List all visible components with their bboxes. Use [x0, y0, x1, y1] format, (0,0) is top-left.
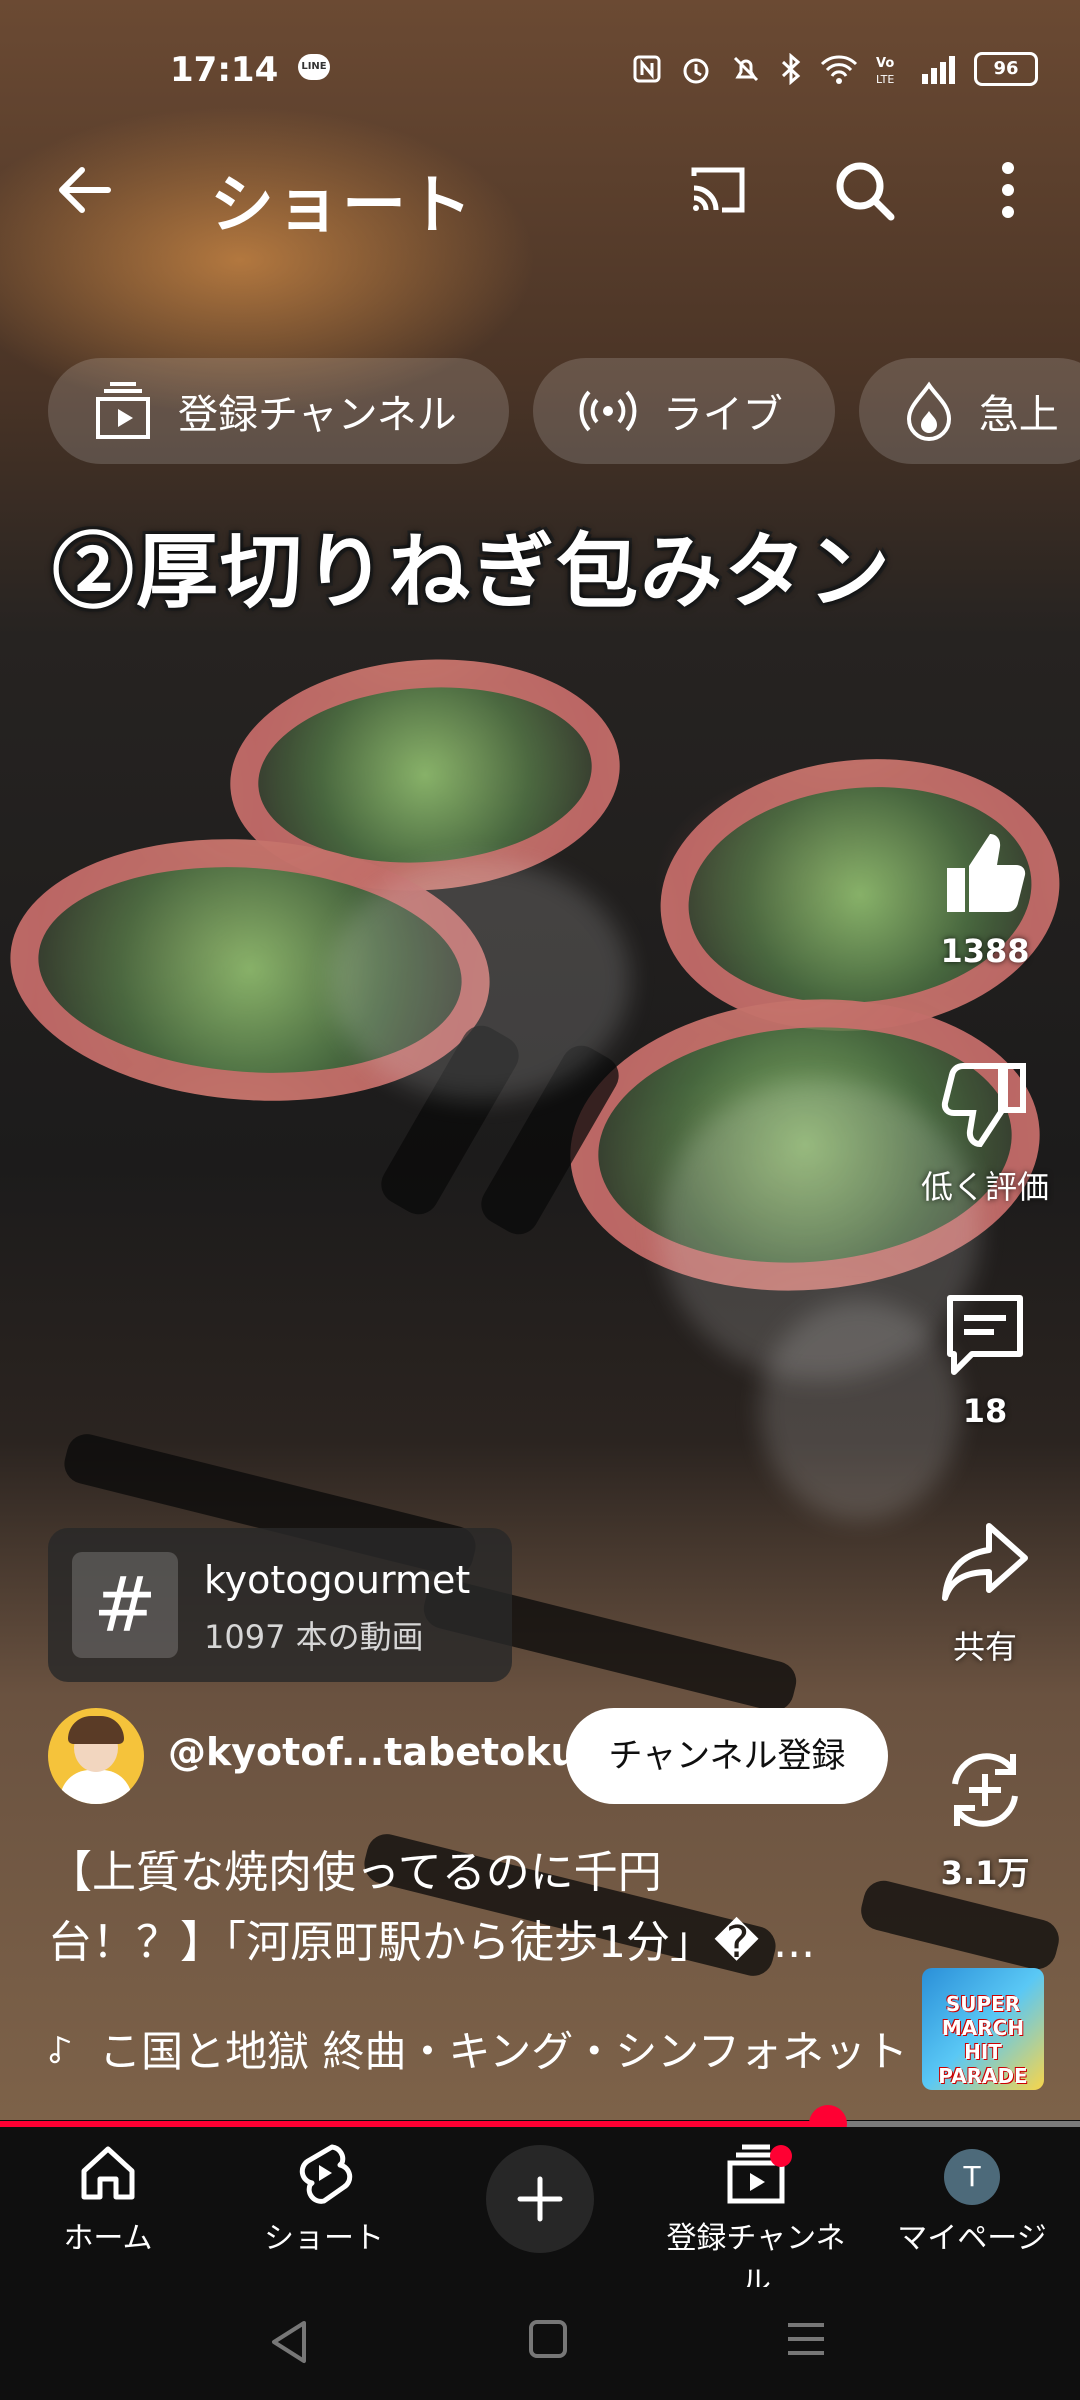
hashtag-name: kyotogourmet: [204, 1558, 471, 1602]
svg-text:Vo: Vo: [876, 56, 894, 71]
like-count: 1388: [940, 932, 1030, 970]
filter-chips: 登録チャンネル ライブ 急上: [48, 358, 1080, 464]
avatar-hair: [68, 1716, 124, 1744]
search-icon[interactable]: [832, 158, 896, 222]
dislike-label: 低く評価: [920, 1168, 1049, 1206]
hashtag-icon: #: [72, 1552, 178, 1658]
comment-icon: [947, 1295, 1023, 1375]
nav-label: ホーム: [63, 2221, 153, 2256]
remix-button[interactable]: 3.1万: [915, 1744, 1055, 1894]
line-notification-icon: LINE: [298, 54, 330, 80]
share-icon: [942, 1523, 1028, 1601]
system-navigation-bar: [0, 2287, 1080, 2400]
back-arrow-icon[interactable]: [52, 158, 116, 222]
chip-label: 登録チャンネル: [178, 392, 457, 438]
create-button[interactable]: [486, 2145, 594, 2253]
alarm-icon: [683, 58, 709, 84]
music-title: こ国と地獄 終曲・キング・シンフォネット: [99, 2027, 908, 2076]
channel-avatar[interactable]: [48, 1708, 144, 1804]
channel-handle[interactable]: @kyotof...tabetoku: [168, 1730, 578, 1774]
remix-icon: [952, 1753, 1018, 1827]
chip-subscriptions[interactable]: 登録チャンネル: [48, 358, 509, 464]
chip-trending[interactable]: 急上: [858, 358, 1080, 464]
nav-shorts[interactable]: ショート: [224, 2141, 424, 2257]
bluetooth-icon: [781, 53, 801, 85]
comment-count: 18: [962, 1392, 1008, 1430]
thumb-down-icon: [941, 1063, 1026, 1148]
subscriptions-icon: [96, 382, 150, 439]
comments-button[interactable]: 18: [915, 1288, 1055, 1430]
svg-text:LTE: LTE: [876, 73, 894, 85]
status-bar: 17:14 LINE Vo LTE 96: [0, 40, 1080, 100]
nav-label: マイページ: [897, 2221, 1047, 2256]
nav-subscriptions[interactable]: 登録チャンネル: [656, 2141, 856, 2301]
like-button[interactable]: 1388: [915, 828, 1055, 970]
status-icons: Vo LTE 96: [632, 52, 1038, 86]
plus-icon: [517, 2176, 563, 2222]
music-info[interactable]: こ国と地獄 終曲・キング・シンフォネット: [48, 2018, 908, 2079]
album-art[interactable]: SUPER MARCH HIT PARADE 2018: [922, 1968, 1044, 2090]
bottom-navigation: ホーム ショート 登録チャンネル T マイページ: [0, 2127, 1080, 2300]
avatar-body: [60, 1770, 132, 1804]
music-note-icon: [49, 2035, 71, 2063]
app-bar: ショート: [0, 140, 1080, 243]
live-icon: [579, 390, 637, 432]
video-frame-detail: [330, 860, 630, 1100]
nav-mypage[interactable]: T マイページ: [872, 2141, 1072, 2257]
subscribe-button[interactable]: チャンネル登録: [566, 1708, 888, 1804]
thumb-up-icon: [947, 834, 1026, 912]
mute-icon: [733, 56, 759, 82]
wifi-icon: [820, 55, 858, 84]
back-triangle-icon[interactable]: [266, 2317, 312, 2367]
description-line: 【上質な焼肉使ってるのに千円: [48, 1847, 662, 1898]
video-caption: ②厚切りねぎ包みタン: [52, 524, 893, 620]
share-button[interactable]: 共有: [915, 1518, 1055, 1668]
notification-dot: [770, 2145, 792, 2167]
status-time: 17:14: [170, 50, 279, 90]
battery-icon: 96: [974, 52, 1038, 86]
nfc-icon: [633, 55, 661, 83]
hashtag-video-count: 1097 本の動画: [204, 1618, 424, 1656]
remix-count: 3.1万: [940, 1854, 1030, 1892]
album-art-text: SUPER MARCH HIT PARADE 2018: [938, 1992, 1028, 2090]
chip-live[interactable]: ライブ: [532, 358, 835, 464]
volte-icon: Vo LTE: [876, 56, 894, 85]
trending-icon: [906, 381, 951, 441]
nav-home[interactable]: ホーム: [8, 2141, 208, 2257]
chip-label: 急上: [978, 392, 1059, 438]
share-label: 共有: [952, 1628, 1017, 1666]
recents-menu-icon[interactable]: [784, 2317, 828, 2361]
nav-label: ショート: [264, 2221, 384, 2256]
shorts-icon: [299, 2144, 353, 2204]
cast-icon[interactable]: [686, 158, 750, 222]
signal-icon: [922, 56, 955, 84]
dislike-button[interactable]: 低く評価: [915, 1058, 1055, 1208]
page-title: ショート: [210, 169, 474, 243]
home-square-icon[interactable]: [526, 2317, 570, 2361]
user-avatar: T: [944, 2149, 1000, 2205]
video-description[interactable]: 【上質な焼肉使ってるのに千円 台！？】「河原町駅から徒歩1分」� ...: [48, 1838, 908, 1978]
hashtag-card[interactable]: # kyotogourmet 1097 本の動画: [48, 1528, 512, 1682]
chip-label: ライブ: [662, 392, 783, 438]
description-line: 台！？】「河原町駅から徒歩1分」� ...: [48, 1917, 816, 1968]
home-icon: [81, 2146, 135, 2200]
more-vert-icon[interactable]: [976, 158, 1040, 222]
